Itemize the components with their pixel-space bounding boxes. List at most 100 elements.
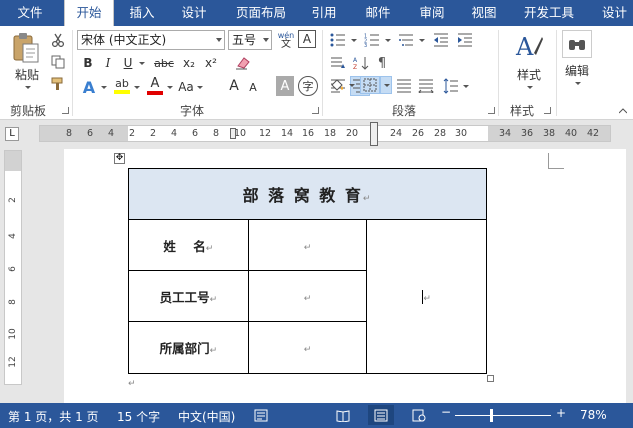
chevron-down-icon[interactable] <box>22 82 32 92</box>
table-resize-handle[interactable] <box>487 375 494 382</box>
zoom-out-button[interactable]: − <box>441 405 451 419</box>
subscript-button[interactable]: x₂ <box>180 54 198 72</box>
text-highlight-icon[interactable]: ab <box>113 75 131 97</box>
clear-formatting-icon[interactable] <box>234 54 252 72</box>
tab-table-design[interactable]: 设计 <box>596 0 633 26</box>
tab-mailings[interactable]: 邮件 <box>354 0 402 26</box>
clipboard-launcher-icon[interactable] <box>62 107 69 114</box>
table-value-cell[interactable]: ↵ <box>247 219 368 271</box>
character-shading-button[interactable]: A <box>276 76 294 96</box>
tab-file[interactable]: 文件 <box>0 0 60 26</box>
borders-icon[interactable] <box>360 76 380 94</box>
underline-dropdown[interactable] <box>136 54 146 72</box>
tab-view[interactable]: 视图 <box>460 0 508 26</box>
vertical-ruler[interactable]: 2 4 6 8 10 12 <box>4 150 22 385</box>
table-move-handle[interactable]: ✥ <box>114 153 125 164</box>
justify-icon[interactable] <box>394 76 414 96</box>
chinese-layout-icon[interactable] <box>328 54 348 72</box>
numbering-dropdown[interactable] <box>382 31 392 49</box>
font-color-icon[interactable]: A <box>146 75 164 97</box>
ruler-tick: 10 <box>8 328 18 340</box>
tab-selector[interactable]: L <box>5 127 19 141</box>
tab-design[interactable]: 设计 <box>170 0 218 26</box>
table-label-cell[interactable]: 所属部门↵ <box>128 321 249 374</box>
font-launcher-icon[interactable] <box>312 107 319 114</box>
bullets-icon[interactable] <box>328 31 348 49</box>
bullets-dropdown[interactable] <box>348 31 358 49</box>
zoom-slider-thumb[interactable] <box>490 409 493 422</box>
table-photo-cell[interactable]: ↵ <box>366 219 487 374</box>
tab-review[interactable]: 审阅 <box>408 0 456 26</box>
macro-record-icon[interactable] <box>254 409 268 425</box>
numbering-icon[interactable]: 123 <box>362 31 382 49</box>
line-spacing-dropdown[interactable] <box>460 76 470 96</box>
shading-icon[interactable] <box>328 76 346 94</box>
italic-button[interactable]: I <box>100 54 116 72</box>
editing-button[interactable]: 编辑 <box>560 62 594 78</box>
multilevel-list-dropdown[interactable] <box>416 31 426 49</box>
font-color-dropdown[interactable] <box>164 77 174 97</box>
tab-page-layout[interactable]: 页面布局 <box>226 0 296 26</box>
tab-developer[interactable]: 开发工具 <box>514 0 584 26</box>
indent-marker[interactable] <box>230 128 236 139</box>
text-effects-dropdown[interactable] <box>98 77 108 97</box>
styles-button[interactable]: 样式 <box>510 66 548 82</box>
language[interactable]: 中文(中国) <box>178 408 235 425</box>
tab-references[interactable]: 引用 <box>302 0 346 26</box>
table-value-cell[interactable]: ↵ <box>247 270 368 322</box>
shading-dropdown[interactable] <box>346 76 356 94</box>
strikethrough-button[interactable]: abc <box>152 54 176 72</box>
zoom-in-button[interactable]: + <box>556 406 566 420</box>
paragraph-launcher-icon[interactable] <box>488 107 495 114</box>
binoculars-icon[interactable] <box>562 30 592 58</box>
table-value-cell[interactable]: ↵ <box>247 321 368 374</box>
change-case-button[interactable]: Aa <box>178 77 194 97</box>
column-marker[interactable] <box>370 122 378 146</box>
phonetic-guide-button[interactable]: wén 文 <box>276 29 296 51</box>
editing-dropdown[interactable] <box>572 78 582 88</box>
show-formatting-marks-icon[interactable]: ¶ <box>374 54 390 72</box>
change-case-dropdown[interactable] <box>194 77 204 97</box>
document-page[interactable]: ✥ 部 落 窝 教 育↵ 姓 名↵ ↵ ↵ 员工工号↵ ↵ 所属部门↵ ↵ ↵ <box>64 149 626 409</box>
sort-icon[interactable]: AZ <box>352 54 370 72</box>
borders-dropdown[interactable] <box>380 76 392 94</box>
multilevel-list-icon[interactable] <box>396 31 416 49</box>
table-label-cell[interactable]: 员工工号↵ <box>128 270 249 322</box>
word-count[interactable]: 15 个字 <box>117 408 160 425</box>
zoom-slider-track[interactable] <box>455 415 551 416</box>
paste-button[interactable]: 粘贴 <box>12 66 42 82</box>
tab-home[interactable]: 开始 <box>64 0 114 26</box>
font-name-select[interactable]: 宋体 (中文正文) <box>77 30 225 50</box>
styles-icon[interactable]: A <box>512 30 546 64</box>
line-spacing-icon[interactable] <box>442 76 460 96</box>
styles-dropdown[interactable] <box>524 82 534 92</box>
text-effects-icon[interactable]: A <box>80 77 98 97</box>
read-mode-icon[interactable] <box>336 409 350 425</box>
distributed-icon[interactable] <box>416 76 436 96</box>
group-divider <box>556 30 557 116</box>
underline-button[interactable]: U <box>120 54 136 72</box>
horizontal-ruler[interactable]: 8 6 4 2 2 4 6 8 10 12 14 16 18 20 24 26 … <box>39 122 611 146</box>
shrink-font-button[interactable]: A <box>246 78 260 96</box>
collapse-ribbon-icon[interactable] <box>618 106 628 116</box>
tab-insert[interactable]: 插入 <box>118 0 166 26</box>
text-highlight-dropdown[interactable] <box>131 77 141 97</box>
superscript-button[interactable]: x² <box>202 54 220 72</box>
table-title-cell[interactable]: 部 落 窝 教 育↵ <box>128 168 487 220</box>
grow-font-button[interactable]: A <box>226 76 242 96</box>
increase-indent-icon[interactable] <box>456 31 474 49</box>
format-painter-icon[interactable] <box>50 76 66 92</box>
zoom-level[interactable]: 78% <box>580 408 607 422</box>
table-label-cell[interactable]: 姓 名↵ <box>128 219 249 271</box>
copy-icon[interactable] <box>50 54 66 70</box>
styles-launcher-icon[interactable] <box>544 107 551 114</box>
paste-icon[interactable] <box>8 30 44 66</box>
font-size-select[interactable]: 五号 <box>228 30 272 50</box>
character-border-button[interactable]: A <box>298 30 316 48</box>
page-info[interactable]: 第 1 页，共 1 页 <box>8 408 99 425</box>
web-layout-icon[interactable] <box>412 409 426 425</box>
enclose-characters-button[interactable]: 字 <box>298 76 318 96</box>
cut-icon[interactable] <box>50 32 66 48</box>
bold-button[interactable]: B <box>80 54 96 72</box>
decrease-indent-icon[interactable] <box>432 31 450 49</box>
